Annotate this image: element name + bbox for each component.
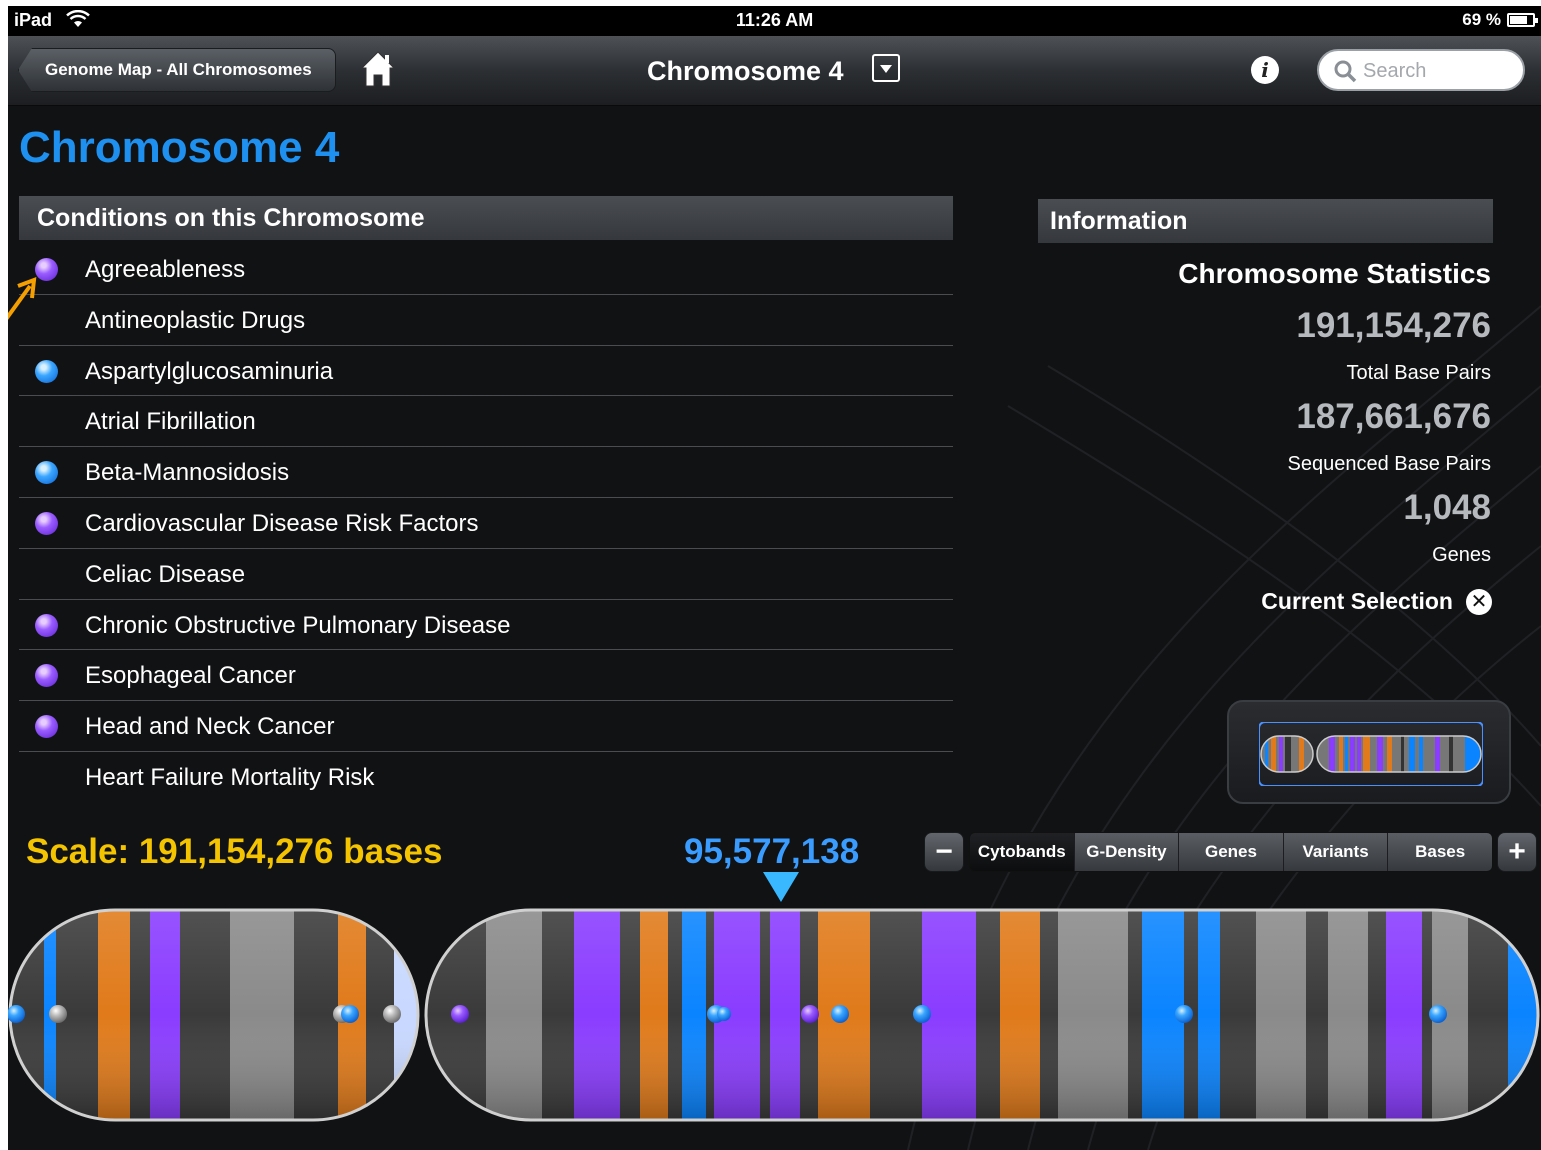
condition-label: Cardiovascular Disease Risk Factors xyxy=(85,509,479,537)
purple-marker-icon xyxy=(35,664,58,688)
purple-marker-icon xyxy=(35,613,58,637)
back-button[interactable]: Genome Map - All Chromosomes xyxy=(18,48,336,92)
condition-row[interactable]: Heart Failure Mortality Risk xyxy=(19,752,953,792)
conditions-header: Conditions on this Chromosome xyxy=(19,196,953,240)
tab-bases[interactable]: Bases xyxy=(1388,833,1492,871)
chromosome-band-view[interactable] xyxy=(8,904,1541,1130)
purple-marker-icon xyxy=(35,511,58,535)
condition-label: Beta-Mannosidosis xyxy=(85,459,290,487)
dropdown-icon[interactable] xyxy=(872,54,900,82)
conditions-list: Agreeableness Antineoplastic Drugs Asparty… xyxy=(19,244,953,792)
condition-label: Celiac Disease xyxy=(85,560,246,588)
condition-label: Aspartylglucosaminuria xyxy=(85,357,334,385)
view-mode-segmented-control[interactable]: Cytobands G-Density Genes Variants Bases xyxy=(969,832,1493,872)
genes-label: Genes xyxy=(1432,544,1491,566)
information-header: Information xyxy=(1038,199,1493,243)
clear-selection-icon[interactable]: ✕ xyxy=(1466,589,1492,615)
condition-label: Esophageal Cancer xyxy=(85,662,296,690)
blue-marker-icon xyxy=(35,461,58,485)
condition-row[interactable]: Head and Neck Cancer xyxy=(19,701,953,752)
condition-label: Head and Neck Cancer xyxy=(85,713,335,741)
total-base-pairs-label: Total Base Pairs xyxy=(1346,362,1491,384)
status-bar: iPad 11:26 AM 69 % xyxy=(8,6,1541,36)
position-label: 95,577,138 xyxy=(684,832,860,871)
condition-row[interactable]: Atrial Fibrillation xyxy=(19,396,953,448)
condition-row[interactable]: Aspartylglucosaminuria xyxy=(19,346,953,397)
sequenced-base-pairs-value: 187,661,676 xyxy=(1296,397,1491,436)
search-icon xyxy=(1334,60,1357,83)
tab-genes[interactable]: Genes xyxy=(1179,833,1284,871)
condition-row[interactable]: Antineoplastic Drugs xyxy=(19,295,953,346)
zoom-in-button[interactable]: + xyxy=(1497,832,1537,872)
tab-variants[interactable]: Variants xyxy=(1283,833,1389,871)
condition-row[interactable]: Esophageal Cancer xyxy=(19,650,953,702)
battery-percent: 69 % xyxy=(1462,10,1501,29)
info-icon[interactable]: i xyxy=(1251,56,1279,84)
chromosome-overview-thumbnail[interactable] xyxy=(1259,722,1483,786)
chromosome-overview-frame[interactable] xyxy=(1227,700,1511,804)
blue-marker-icon xyxy=(35,359,58,383)
position-marker-icon[interactable] xyxy=(763,872,799,902)
genes-value: 1,048 xyxy=(1403,488,1491,527)
total-base-pairs-value: 191,154,276 xyxy=(1296,306,1491,345)
navigation-bar: Genome Map - All Chromosomes Chromosome … xyxy=(8,36,1541,106)
scale-label: Scale: 191,154,276 bases xyxy=(26,832,443,871)
condition-row[interactable]: Agreeableness xyxy=(19,244,953,295)
condition-label: Antineoplastic Drugs xyxy=(85,306,306,334)
tab-g-density[interactable]: G-Density xyxy=(1074,833,1180,871)
search-field[interactable] xyxy=(1317,49,1525,91)
condition-row[interactable]: Chronic Obstructive Pulmonary Disease xyxy=(19,600,953,651)
condition-label: Chronic Obstructive Pulmonary Disease xyxy=(85,611,511,639)
condition-label: Agreeableness xyxy=(85,256,246,283)
battery-icon xyxy=(1507,13,1538,27)
condition-row[interactable]: Celiac Disease xyxy=(19,549,953,600)
current-selection-label: Current Selection xyxy=(1261,588,1453,614)
condition-label: Heart Failure Mortality Risk xyxy=(85,763,375,791)
search-input[interactable] xyxy=(1363,58,1513,84)
pointer-arrow-icon xyxy=(8,276,37,320)
tab-cytobands[interactable]: Cytobands xyxy=(970,833,1075,871)
status-time: 11:26 AM xyxy=(735,10,814,30)
sequenced-base-pairs-label: Sequenced Base Pairs xyxy=(1287,453,1491,475)
home-icon[interactable] xyxy=(360,50,396,88)
page-title: Chromosome 4 xyxy=(19,123,340,172)
zoom-out-button[interactable]: − xyxy=(924,832,964,872)
condition-row[interactable]: Cardiovascular Disease Risk Factors xyxy=(19,498,953,549)
nav-title: Chromosome 4 xyxy=(647,56,844,86)
app-screen: iPad 11:26 AM 69 % Genome Map - All Chro… xyxy=(8,6,1541,1150)
chromosome-statistics-title: Chromosome Statistics xyxy=(1178,258,1491,289)
condition-row[interactable]: Beta-Mannosidosis xyxy=(19,447,953,498)
purple-marker-icon xyxy=(35,715,58,739)
condition-label: Atrial Fibrillation xyxy=(85,408,256,436)
